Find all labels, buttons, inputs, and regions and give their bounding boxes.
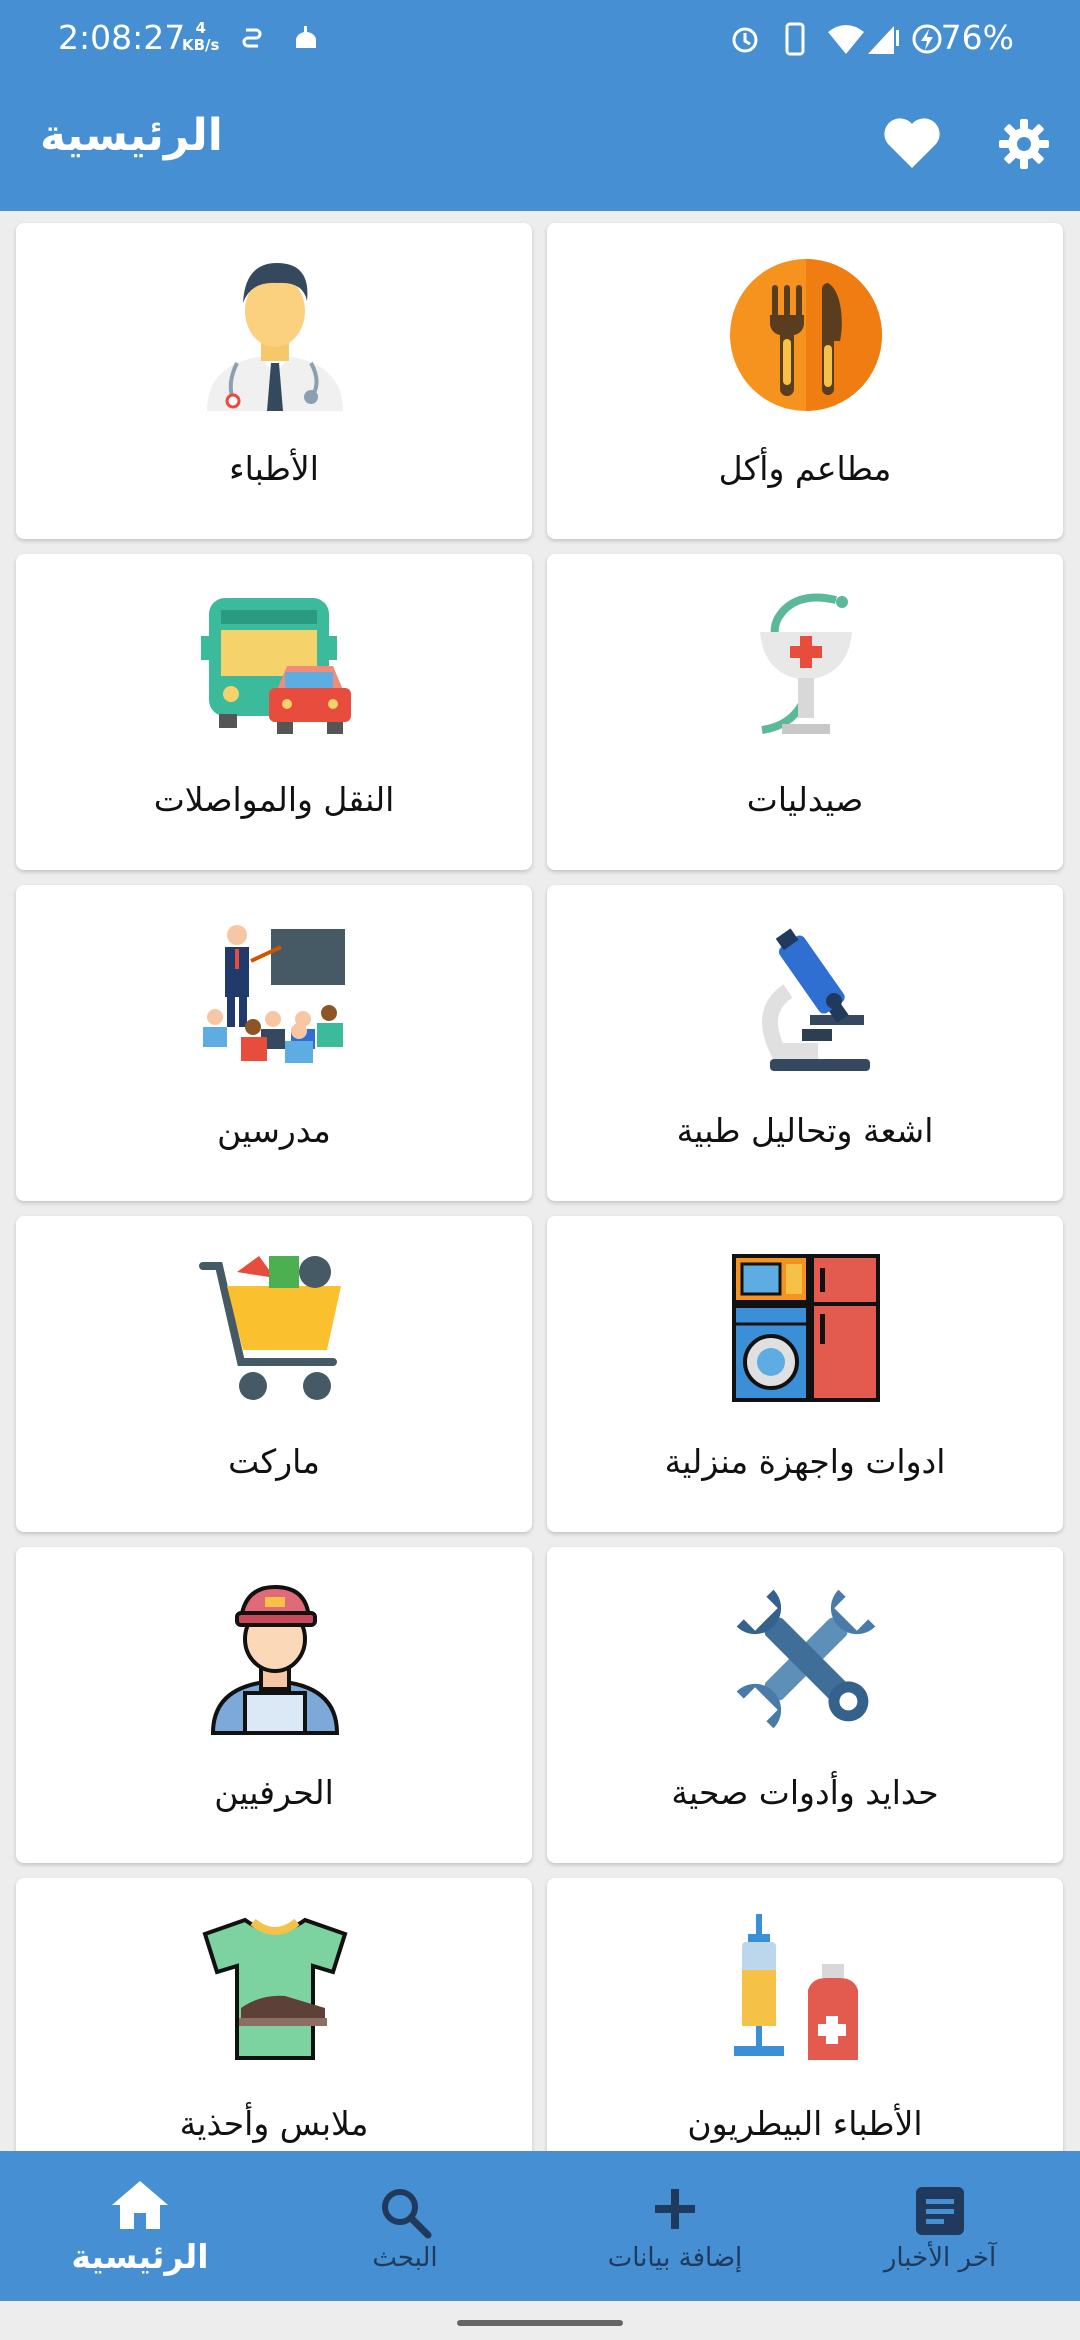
network-speed-value: 4: [195, 19, 206, 37]
category-card-teachers[interactable]: مدرسين: [16, 885, 532, 1201]
page-title: الرئيسية: [40, 110, 223, 161]
gear-icon[interactable]: [998, 118, 1050, 170]
home-icon: [112, 2181, 168, 2229]
category-card-doctors[interactable]: الأطباء: [16, 223, 532, 539]
gesture-bar[interactable]: [457, 2320, 623, 2326]
doctor-icon: [207, 263, 343, 411]
battery-percent: 76%: [940, 18, 1014, 57]
nav-search-label: البحث: [372, 2243, 438, 2273]
sync-icon: [242, 28, 262, 48]
transport-icon: [201, 598, 351, 734]
category-label: اشعة وتحاليل طبية: [676, 1111, 934, 1150]
category-card-labs[interactable]: اشعة وتحاليل طبية: [547, 885, 1063, 1201]
article-icon: [916, 2187, 964, 2235]
category-label: حدايد وأدوات صحية: [671, 1773, 939, 1812]
plus-icon: [655, 2189, 695, 2229]
nav-add-label: إضافة بيانات: [607, 2243, 743, 2273]
nav-add[interactable]: إضافة بيانات: [560, 2151, 790, 2301]
category-label: مطاعم وأكل: [718, 449, 892, 488]
category-card-appliances[interactable]: ادوات واجهزة منزلية: [547, 1216, 1063, 1532]
nav-news[interactable]: آخر الأخبار: [820, 2151, 1060, 2301]
phone-icon: [785, 22, 805, 56]
craftsman-icon: [210, 1584, 340, 1735]
category-label: ادوات واجهزة منزلية: [664, 1442, 946, 1481]
category-label: ملابس وأحذية: [179, 2104, 369, 2143]
cart-icon: [199, 1256, 341, 1400]
nav-home[interactable]: الرئيسية: [40, 2151, 240, 2301]
signal-icon: [868, 26, 899, 54]
category-card-veterinary[interactable]: الأطباء البيطريون: [547, 1878, 1063, 2151]
category-card-pharmacies[interactable]: صيدليات: [547, 554, 1063, 870]
nav-news-label: آخر الأخبار: [883, 2243, 997, 2273]
app-bar: الرئيسية: [0, 80, 1080, 211]
category-label: صيدليات: [746, 780, 864, 819]
category-label: ماركت: [228, 1442, 320, 1481]
category-card-transport[interactable]: النقل والمواصلات: [16, 554, 532, 870]
tools-icon: [736, 1589, 876, 1729]
category-card-market[interactable]: ماركت: [16, 1216, 532, 1532]
category-label: الأطباء: [229, 449, 319, 488]
category-card-craftsmen[interactable]: الحرفيين: [16, 1547, 532, 1863]
nav-search[interactable]: البحث: [300, 2151, 510, 2301]
category-grid: مطاعم وأكل الأطباء صيدليات النقل والمواص…: [0, 211, 1080, 2151]
category-label: الحرفيين: [214, 1773, 334, 1812]
appliances-icon: [732, 1254, 880, 1402]
status-time: 2:08:27: [58, 18, 186, 57]
category-card-restaurants[interactable]: مطاعم وأكل: [547, 223, 1063, 539]
category-label: مدرسين: [217, 1111, 331, 1150]
heart-icon[interactable]: [883, 116, 941, 170]
search-icon: [382, 2189, 432, 2239]
veterinary-icon: [734, 1914, 858, 2060]
pharmacy-icon: [760, 593, 852, 734]
alarm-icon: [732, 27, 758, 53]
battery-saver-icon: [912, 24, 942, 54]
category-label: النقل والمواصلات: [153, 780, 395, 819]
network-speed-unit: KB/s: [182, 36, 220, 54]
bottom-navigation: آخر الأخبار إضافة بيانات البحث الرئيسية: [0, 2151, 1080, 2301]
category-card-clothes[interactable]: ملابس وأحذية: [16, 1878, 532, 2151]
microscope-icon: [762, 928, 870, 1071]
clothes-icon: [202, 1917, 348, 2060]
teacher-icon: [203, 925, 345, 1063]
status-bar: 2:08:27 4 KB/s 76%: [0, 0, 1080, 80]
wifi-icon: [828, 25, 864, 54]
nav-home-label: الرئيسية: [71, 2237, 209, 2276]
restaurant-icon: [730, 259, 882, 411]
category-card-hardware[interactable]: حدايد وأدوات صحية: [547, 1547, 1063, 1863]
category-label: الأطباء البيطريون: [687, 2104, 923, 2143]
mosque-icon: [296, 26, 316, 48]
network-speed: 4 KB/s: [182, 20, 219, 54]
